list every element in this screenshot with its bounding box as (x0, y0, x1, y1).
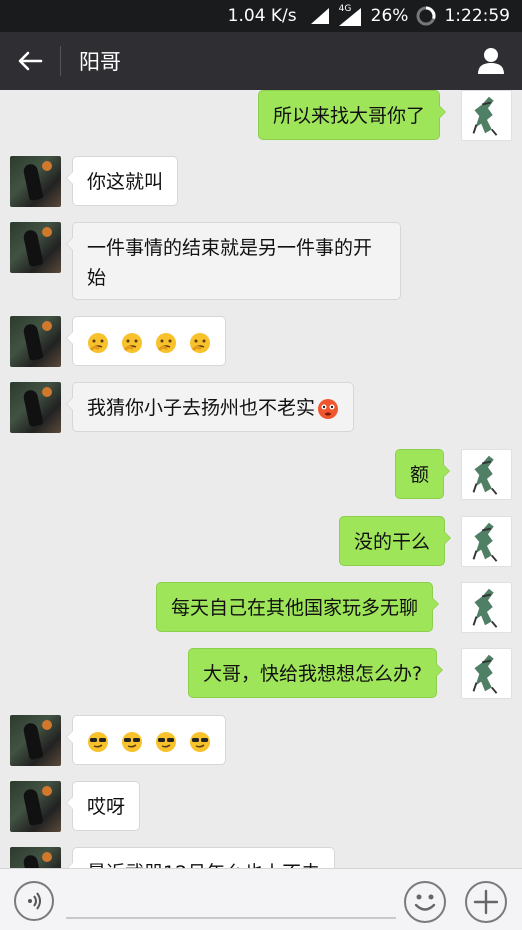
thinking-face-icon (122, 332, 143, 353)
thinking-face-icon (190, 332, 211, 353)
emoji-button[interactable] (404, 881, 446, 923)
arrow-left-icon (18, 51, 43, 71)
message-bubble-incoming[interactable]: 你这就叫 (65, 156, 179, 206)
smiley-icon (414, 894, 436, 911)
message-bubble-emoji[interactable] (65, 715, 227, 765)
back-button[interactable] (0, 32, 60, 90)
contact-avatar[interactable] (10, 156, 61, 207)
composer-bar (0, 868, 522, 930)
thinking-face-icon (88, 332, 108, 353)
message-bubble-incoming[interactable]: 最近武器12月年么也上不去 (65, 847, 336, 868)
contact-avatar[interactable] (10, 847, 61, 868)
message-bubble-outgoing[interactable]: 所以来找大哥你了 (258, 90, 447, 140)
sunglasses-face-icon (190, 731, 211, 752)
network-speed: 1.04 K/s (227, 6, 297, 26)
message-bubble-incoming[interactable]: 哎呀 (65, 781, 141, 831)
contact-avatar[interactable] (10, 382, 61, 433)
status-bar: 1.04 K/s 4G 26% 1:22:59 (0, 0, 522, 32)
clock: 1:22:59 (444, 6, 510, 26)
message-input[interactable] (66, 883, 396, 919)
sunglasses-face-icon (88, 731, 108, 752)
message-bubble-outgoing[interactable]: 没的干么 (339, 516, 452, 566)
contact-avatar[interactable] (10, 715, 61, 766)
voice-icon (28, 892, 41, 910)
message-list[interactable]: 所以来找大哥你了 你这就叫 一件事情的结束就是另一件事的开始 我猜你小子去扬州也… (0, 90, 522, 868)
signal-icon (310, 8, 329, 24)
my-avatar[interactable] (461, 449, 512, 500)
my-avatar[interactable] (461, 90, 512, 141)
plus-icon (473, 889, 499, 915)
more-button[interactable] (465, 881, 507, 923)
chat-header: 阳哥 (0, 32, 522, 90)
my-avatar[interactable] (461, 648, 512, 699)
message-text: 我猜你小子去扬州也不老实 (87, 397, 316, 419)
message-bubble-emoji[interactable] (65, 316, 227, 366)
sunglasses-face-icon (156, 731, 177, 752)
my-avatar[interactable] (461, 582, 512, 633)
my-avatar[interactable] (461, 516, 512, 567)
message-bubble-incoming[interactable]: 一件事情的结束就是另一件事的开始 (66, 222, 401, 300)
contact-avatar[interactable] (10, 222, 61, 273)
chat-title: 阳哥 (79, 50, 121, 74)
network-type-badge: 4G (337, 4, 363, 26)
message-bubble-incoming[interactable]: 我猜你小子去扬州也不老实 (65, 382, 355, 432)
thinking-face-icon (156, 332, 177, 353)
sunglasses-face-icon (122, 731, 143, 752)
battery-ring-icon (416, 6, 436, 26)
contact-avatar[interactable] (10, 781, 61, 832)
message-bubble-outgoing[interactable]: 大哥，快给我想想怎么办? (188, 648, 444, 698)
contact-avatar[interactable] (10, 316, 61, 367)
message-bubble-outgoing[interactable]: 每天自己在其他国家玩多无聊 (156, 582, 440, 632)
voice-button[interactable] (14, 881, 54, 921)
person-icon[interactable] (476, 46, 506, 76)
battery-text: 26% (370, 6, 409, 26)
signal-4g-icon (338, 8, 361, 26)
flushed-face-icon (318, 398, 339, 419)
message-bubble-outgoing[interactable]: 额 (395, 449, 451, 499)
header-divider (60, 46, 61, 76)
